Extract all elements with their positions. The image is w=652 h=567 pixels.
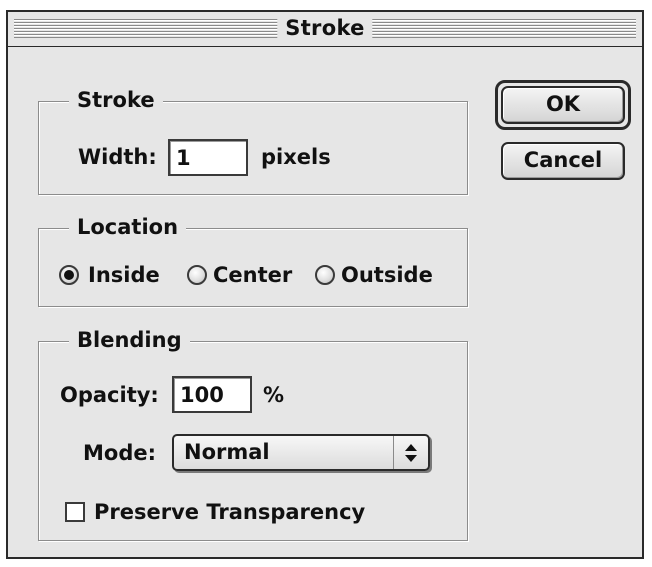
stroke-group: Stroke Width: pixels	[38, 87, 468, 195]
ok-button[interactable]: OK	[501, 86, 625, 124]
opacity-input[interactable]	[172, 376, 252, 413]
radio-center-label[interactable]: Center	[213, 262, 292, 288]
checkbox-empty-icon[interactable]	[65, 502, 85, 522]
location-group: Location Inside Center Outside	[38, 214, 468, 307]
radio-empty-icon[interactable]	[315, 265, 335, 285]
up-down-arrows-icon	[393, 436, 428, 469]
opacity-unit-label: %	[263, 383, 285, 407]
location-group-title: Location	[69, 214, 187, 240]
cancel-button[interactable]: Cancel	[501, 142, 625, 180]
mode-select-value: Normal	[184, 440, 270, 464]
radio-outside-label[interactable]: Outside	[341, 262, 433, 288]
dialog-title: Stroke	[277, 15, 373, 41]
stroke-dialog: Stroke Stroke Width: pixels Location Ins…	[6, 10, 644, 559]
stroke-group-title: Stroke	[69, 87, 163, 113]
width-label: Width:	[78, 145, 157, 169]
radio-inside-label[interactable]: Inside	[88, 262, 160, 288]
blending-group: Blending Opacity: % Mode: Normal Preserv…	[38, 327, 468, 541]
mode-select[interactable]: Normal	[172, 434, 430, 471]
blending-group-title: Blending	[69, 327, 190, 353]
opacity-label: Opacity:	[60, 383, 159, 407]
radio-empty-icon[interactable]	[187, 265, 207, 285]
title-bar[interactable]: Stroke	[8, 12, 642, 47]
radio-filled-icon[interactable]	[59, 265, 79, 285]
width-input[interactable]	[168, 139, 248, 176]
width-unit-label: pixels	[261, 145, 331, 169]
preserve-transparency-label[interactable]: Preserve Transparency	[94, 499, 365, 525]
mode-label: Mode:	[83, 441, 156, 465]
